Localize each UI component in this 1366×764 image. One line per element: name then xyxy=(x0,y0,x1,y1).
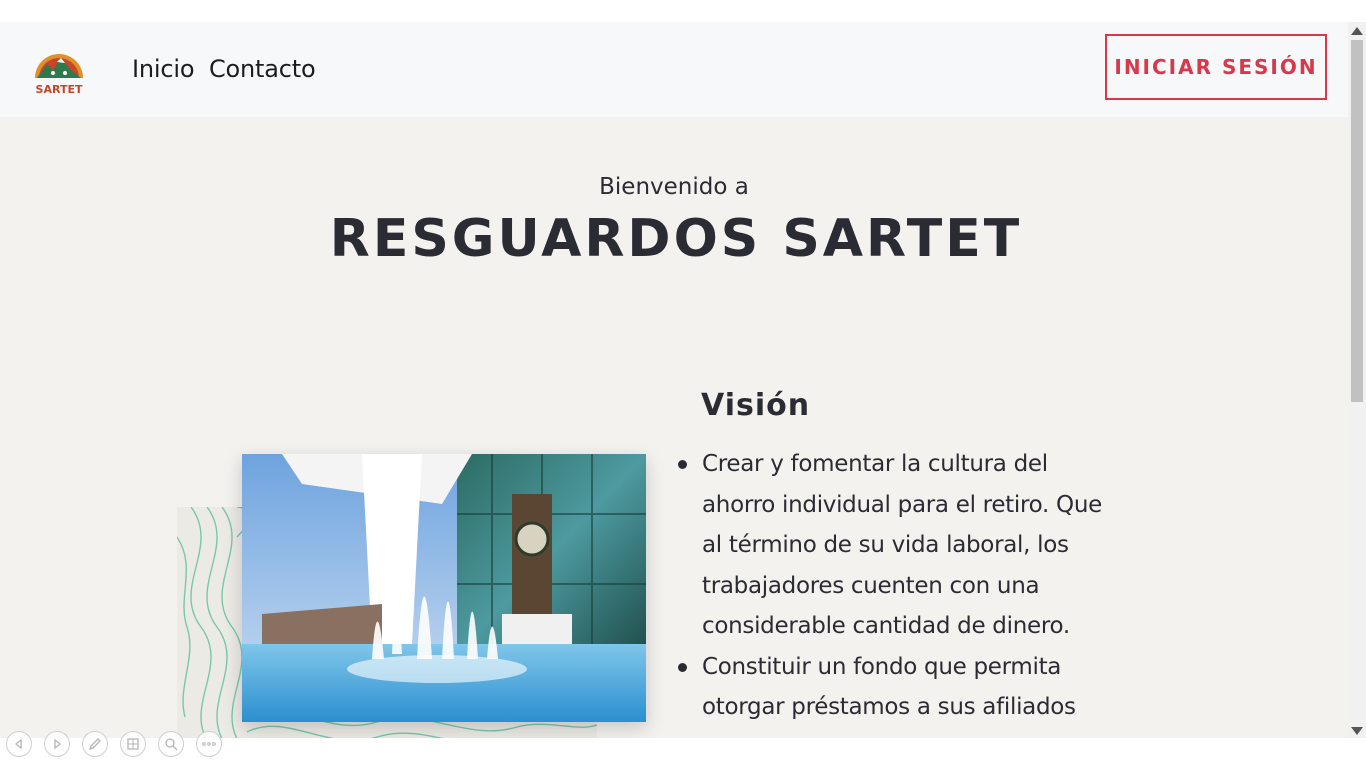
scroll-up-icon[interactable] xyxy=(1351,27,1363,35)
pen-icon[interactable] xyxy=(82,731,108,757)
welcome-text: Bienvenido a xyxy=(599,174,749,200)
previous-icon[interactable] xyxy=(6,731,32,757)
building-fountain-photo xyxy=(242,454,646,722)
login-button[interactable]: INICIAR SESIÓN xyxy=(1105,34,1327,100)
vision-list: Crear y fomentar la cultura del ahorro i… xyxy=(678,444,1108,738)
vision-item: Crear y fomentar la cultura del ahorro i… xyxy=(678,444,1108,647)
nav-link-inicio[interactable]: Inicio xyxy=(132,55,195,83)
scroll-down-icon[interactable] xyxy=(1351,727,1363,735)
more-icon[interactable] xyxy=(196,731,222,757)
sartet-logo[interactable]: SARTET xyxy=(31,46,87,96)
vision-heading: Visión xyxy=(701,388,811,423)
main-content: Bienvenido a RESGUARDOS SARTET Visión Cr… xyxy=(0,117,1348,738)
logo-wordmark: SARTET xyxy=(36,83,83,96)
nav-link-contacto[interactable]: Contacto xyxy=(209,55,316,83)
slides-icon[interactable] xyxy=(120,731,146,757)
vision-item: Constituir un fondo que permita otorgar … xyxy=(678,647,1108,738)
zoom-icon[interactable] xyxy=(158,731,184,757)
navbar: SARTET Inicio Contacto INICIAR SESIÓN xyxy=(0,22,1348,117)
page-title: RESGUARDOS SARTET xyxy=(329,209,1023,269)
next-icon[interactable] xyxy=(44,731,70,757)
scrollbar-thumb[interactable] xyxy=(1351,40,1363,402)
top-strip xyxy=(0,0,1366,22)
